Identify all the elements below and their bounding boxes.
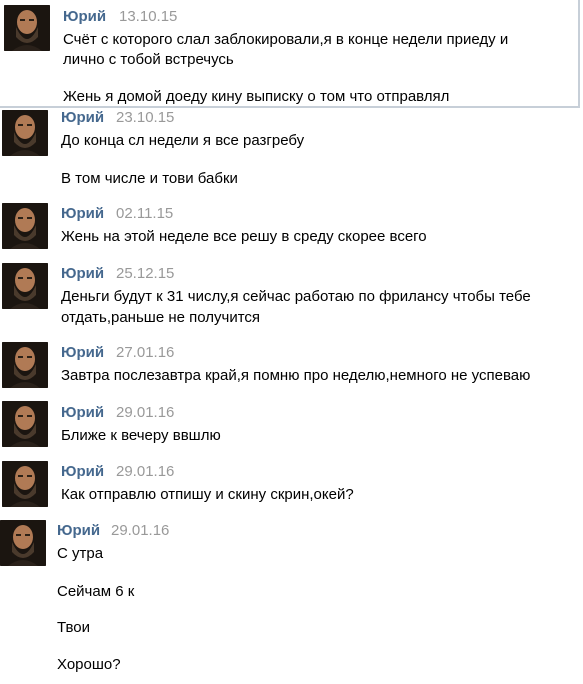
avatar[interactable] <box>2 263 48 309</box>
avatar[interactable] <box>2 203 48 249</box>
message-text: С утра <box>57 545 104 562</box>
message-date[interactable]: 29.01.16 <box>111 522 169 539</box>
message-text: Хорошо? <box>57 656 121 673</box>
author-name[interactable]: Юрий <box>57 522 100 539</box>
message-date[interactable]: 27.01.16 <box>116 344 174 361</box>
avatar[interactable] <box>2 110 48 156</box>
avatar[interactable] <box>2 401 48 447</box>
message-text: Жень я домой доеду кину выписку о том чт… <box>63 88 450 105</box>
message-text: Жень на этой неделе все решу в среду ско… <box>61 228 427 245</box>
author-name[interactable]: Юрий <box>61 205 104 222</box>
message-date[interactable]: 02.11.15 <box>116 205 173 222</box>
message-text: Счёт с которого слал заблокировали,я в к… <box>63 31 509 48</box>
author-name[interactable]: Юрий <box>61 404 104 421</box>
message-date[interactable]: 29.01.16 <box>116 463 174 480</box>
avatar[interactable] <box>0 520 46 566</box>
author-name[interactable]: Юрий <box>61 109 104 126</box>
avatar[interactable] <box>4 5 50 51</box>
message-text: Завтра послезавтра край,я помню про неде… <box>61 367 531 384</box>
author-name[interactable]: Юрий <box>61 344 104 361</box>
message-date[interactable]: 25.12.15 <box>116 265 174 282</box>
message-text: Твои <box>57 619 91 636</box>
message-text: Ближе к вечеру ввшлю <box>61 427 221 444</box>
message-text: В том числе и тови бабки <box>61 170 238 187</box>
message-text: отдать,раньше не получится <box>61 309 261 326</box>
message-text: лично с тобой встречусь <box>63 51 234 68</box>
author-name[interactable]: Юрий <box>61 463 104 480</box>
message-text: Сейчам 6 к <box>57 583 135 600</box>
message-date[interactable]: 13.10.15 <box>119 8 177 25</box>
message-date[interactable]: 23.10.15 <box>116 109 174 126</box>
message-text: До конца сл недели я все разгребу <box>61 132 305 149</box>
avatar[interactable] <box>2 461 48 507</box>
author-name[interactable]: Юрий <box>63 8 106 25</box>
message-date[interactable]: 29.01.16 <box>116 404 174 421</box>
author-name[interactable]: Юрий <box>61 265 104 282</box>
message-text: Как отправлю отпишу и скину скрин,окей? <box>61 486 354 503</box>
message-text: Деньги будут к 31 числу,я сейчас работаю… <box>61 288 531 305</box>
avatar[interactable] <box>2 342 48 388</box>
